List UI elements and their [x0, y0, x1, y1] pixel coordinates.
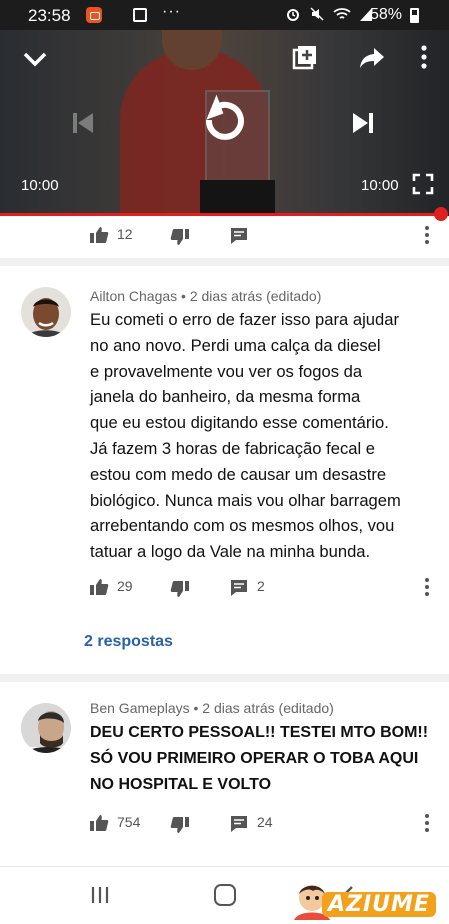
replay-icon[interactable] [195, 94, 253, 152]
system-status-icons [285, 6, 373, 23]
more-notifications-icon: ··· [162, 3, 181, 20]
dislike-icon[interactable] [170, 228, 190, 246]
battery-icon [410, 8, 419, 23]
comment-meta: Ben Gameplays • 2 dias atrás (editado) [90, 700, 334, 716]
reply-count: 2 [257, 578, 265, 594]
youtube-notification-icon [86, 7, 102, 23]
avatar[interactable] [21, 703, 71, 753]
fullscreen-icon[interactable] [412, 173, 434, 195]
video-duration: 10:00 [361, 177, 399, 194]
site-watermark: AZIUME [322, 892, 436, 917]
share-icon[interactable] [358, 46, 386, 70]
more-options-icon[interactable] [418, 44, 430, 70]
add-to-playlist-icon[interactable] [292, 44, 318, 70]
comment-menu-icon[interactable] [423, 812, 431, 834]
previous-video-icon[interactable] [70, 110, 96, 136]
section-divider [0, 258, 449, 266]
avatar-image [21, 287, 71, 337]
video-player[interactable]: 10:00 10:00 [0, 30, 449, 216]
comment-menu-icon[interactable] [423, 224, 431, 246]
recent-apps-icon[interactable] [90, 885, 110, 905]
like-count: 754 [117, 814, 141, 830]
dislike-icon[interactable] [170, 580, 190, 598]
alarm-icon [287, 9, 299, 21]
like-icon[interactable] [89, 578, 109, 596]
current-time: 10:00 [21, 177, 59, 194]
comment-thread: Ailton Chagas • 2 dias atrás (editado) E… [0, 266, 449, 666]
like-count: 12 [117, 226, 133, 242]
view-replies-link[interactable]: 2 respostas [84, 633, 173, 651]
video-progress-bar[interactable] [0, 213, 442, 216]
comment-text: Eu cometi o erro de fazer isso para ajud… [90, 310, 401, 562]
avatar[interactable] [21, 287, 71, 337]
comment-actions: 29 2 [0, 572, 449, 602]
avatar-image [21, 703, 71, 753]
next-video-icon[interactable] [350, 110, 376, 136]
collapse-chevron-icon[interactable] [22, 48, 48, 70]
reply-count: 24 [257, 814, 273, 830]
home-icon[interactable] [214, 884, 236, 906]
battery-percent: 58% [370, 6, 403, 23]
section-divider [0, 674, 449, 682]
progress-scrubber[interactable] [434, 207, 448, 221]
comment-actions: 754 24 [0, 808, 449, 838]
status-time: 23:58 [28, 6, 71, 25]
comment-actions-previous: 12 [0, 220, 449, 250]
mute-icon [310, 7, 324, 21]
reply-icon[interactable] [230, 815, 248, 832]
gallery-notification-icon [133, 8, 147, 22]
comment-meta: Ailton Chagas • 2 dias atrás (editado) [90, 288, 322, 304]
comment-text: DEU CERTO PESSOAL!! TESTEI MTO BOM!! SÓ … [90, 724, 429, 793]
like-count: 29 [117, 578, 133, 594]
status-bar: 23:58 ··· 58% [0, 0, 449, 30]
comment-menu-icon[interactable] [423, 576, 431, 598]
reply-icon[interactable] [230, 227, 248, 244]
like-icon[interactable] [89, 226, 109, 244]
like-icon[interactable] [89, 814, 109, 832]
wifi-icon [333, 8, 351, 19]
dislike-icon[interactable] [170, 816, 190, 834]
reply-icon[interactable] [230, 579, 248, 596]
